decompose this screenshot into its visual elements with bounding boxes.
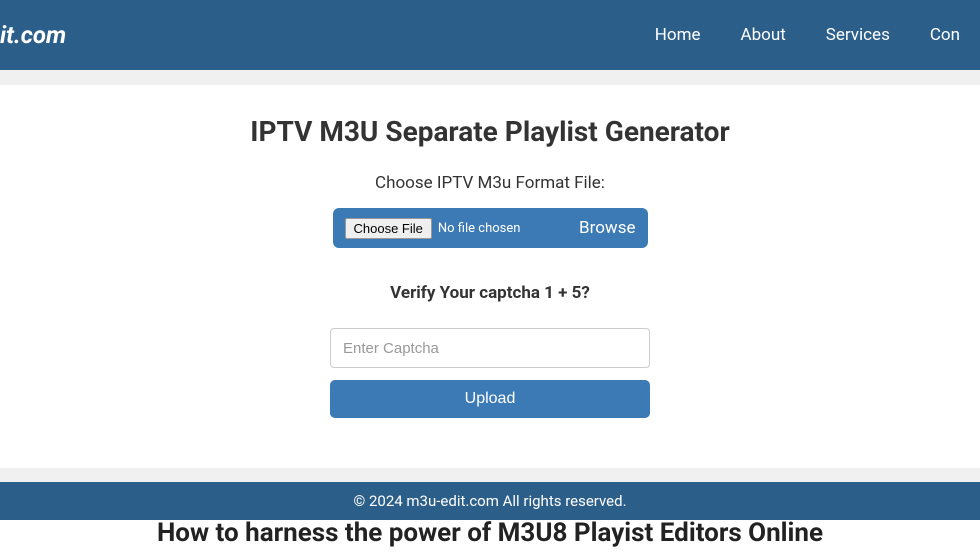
choose-file-label: Choose IPTV M3u Format File: [0,173,980,193]
header: it.com Home About Services Con [0,0,980,70]
page-title: IPTV M3U Separate Playlist Generator [0,115,980,148]
browse-label: Browse [579,218,635,238]
file-input-container[interactable]: Choose File No file chosen Browse [333,208,648,248]
nav-contact[interactable]: Con [930,25,960,45]
nav: Home About Services Con [655,25,980,45]
footer-text: © 2024 m3u-edit.com All rights reserved. [353,492,626,510]
choose-file-button[interactable]: Choose File [345,218,432,239]
file-status-text: No file chosen [438,221,521,236]
logo[interactable]: it.com [0,21,66,49]
footer: © 2024 m3u-edit.com All rights reserved. [0,482,980,520]
captcha-input[interactable] [330,328,650,368]
nav-home[interactable]: Home [655,25,701,45]
nav-services[interactable]: Services [826,25,890,45]
nav-about[interactable]: About [741,25,786,45]
main-content: IPTV M3U Separate Playlist Generator Cho… [0,85,980,468]
second-section-title: How to harness the power of M3U8 Playist… [0,518,980,548]
upload-button[interactable]: Upload [330,380,650,418]
captcha-label: Verify Your captcha 1 + 5? [0,283,980,303]
